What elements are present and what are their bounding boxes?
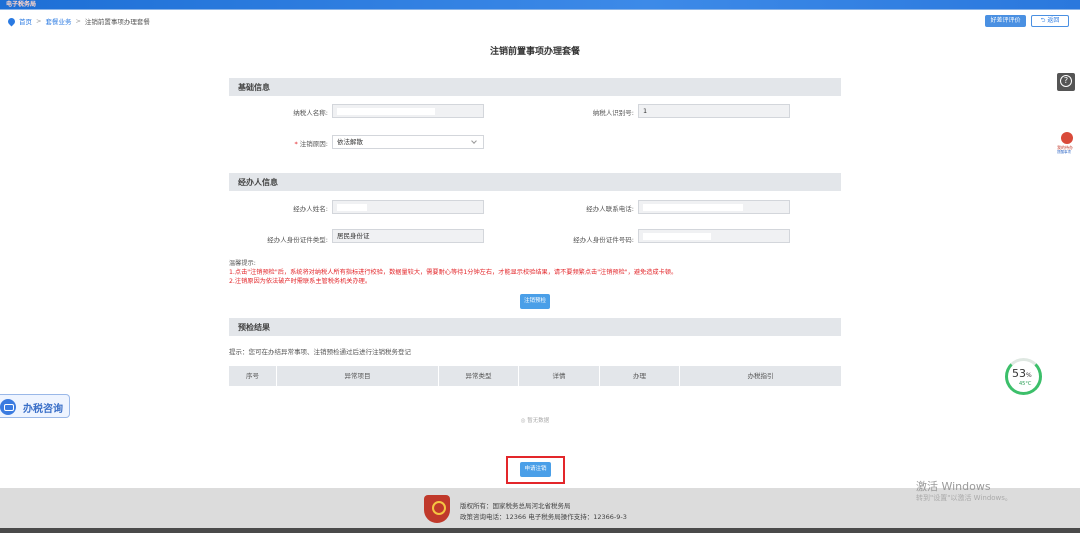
todo-badge[interactable]: 我的待办 提醒事项 — [1057, 132, 1077, 156]
cancel-reason-value: 依法解散 — [337, 138, 363, 146]
todo-icon — [1061, 132, 1073, 144]
location-pin-icon — [6, 16, 17, 26]
cancel-reason-text: 注销原因: — [299, 140, 328, 148]
section-title: 基础信息 — [238, 83, 270, 92]
column-header: 异常项目 — [277, 366, 439, 386]
masked-value — [643, 203, 743, 211]
section-basic-info: 基础信息 — [229, 78, 841, 96]
result-table-header: 序号 异常项目 异常类型 详情 办理 办税指引 — [229, 366, 841, 386]
column-header: 异常类型 — [439, 366, 519, 386]
section-agent-info: 经办人信息 — [229, 173, 841, 191]
apply-cancel-button[interactable]: 申请注销 — [520, 462, 551, 477]
breadcrumb-separator: > — [75, 17, 81, 25]
agent-id-type-label: 经办人身份证件类型: — [267, 236, 328, 244]
back-button[interactable]: ⮌ 返回 — [1031, 15, 1069, 27]
top-banner: 电子税务局 — [0, 0, 1080, 9]
chat-icon — [0, 399, 16, 415]
required-mark: * — [294, 140, 298, 148]
precheck-button[interactable]: 注销预检 — [520, 294, 550, 309]
help-icon[interactable] — [1057, 73, 1075, 91]
section-title: 经办人信息 — [238, 178, 278, 187]
section-check-result: 预检结果 — [229, 318, 841, 336]
footer-copyright: 版权所有：国家税务总局河北省税务局 — [460, 502, 571, 510]
divider — [0, 9, 1080, 10]
section-title: 预检结果 — [238, 323, 270, 332]
back-label: 返回 — [1047, 17, 1060, 24]
windows-watermark-title: 激活 Windows — [916, 480, 991, 493]
taxpayer-name-label: 纳税人名称: — [293, 109, 328, 117]
windows-watermark-sub: 转到"设置"以激活 Windows。 — [916, 494, 1012, 502]
gauge-temperature: 45°C — [1019, 381, 1032, 387]
result-hint: 提示：您可在办结异常事项、注销预检通过后进行注销税务登记 — [229, 348, 411, 356]
todo-sub-label: 提醒事项 — [1057, 150, 1071, 154]
bottom-bar — [0, 528, 1080, 533]
agent-id-type-value: 居民身份证 — [337, 232, 370, 240]
tips-line-2: 2.注销原因为依法破产时需联系主管税务机关办理。 — [229, 278, 372, 285]
column-header: 详情 — [519, 366, 600, 386]
site-logo: 电子税务局 — [6, 1, 37, 8]
masked-value — [337, 203, 367, 211]
agent-phone-label: 经办人联系电话: — [586, 205, 634, 213]
gauge-unit: % — [1026, 372, 1032, 379]
tax-emblem-icon — [424, 495, 450, 523]
tax-consult-button[interactable]: 办税咨询 — [0, 394, 70, 418]
footer-contact: 政策咨询电话：12366 电子税务局操作支持：12366-9-3 — [460, 513, 627, 521]
breadcrumb-current: 注销前置事项办理套餐 — [84, 18, 150, 26]
masked-value — [643, 232, 711, 240]
evaluation-button[interactable]: 好差评评价 — [985, 15, 1026, 27]
empty-state: ◎ 暂无数据 — [520, 418, 550, 424]
agent-id-number-label: 经办人身份证件号码: — [573, 236, 634, 244]
breadcrumb-home[interactable]: 首页 — [19, 16, 32, 26]
agent-phone-field[interactable] — [638, 200, 790, 214]
column-header: 办理 — [600, 366, 680, 386]
tax-consult-label: 办税咨询 — [23, 404, 63, 415]
taxpayer-name-field — [332, 104, 484, 118]
agent-name-label: 经办人姓名: — [293, 205, 328, 213]
taxpayer-id-prefix: 1 — [643, 107, 648, 115]
column-header: 办税指引 — [747, 372, 774, 380]
chevron-down-icon — [471, 138, 477, 144]
cancel-reason-label: * 注销原因: — [250, 138, 328, 148]
agent-id-number-field[interactable] — [638, 229, 790, 243]
agent-id-type-field: 居民身份证 — [332, 229, 484, 243]
masked-value — [337, 107, 435, 115]
tips-heading: 温馨提示: — [229, 260, 256, 267]
taxpayer-id-field: 1 — [638, 104, 790, 118]
column-header: 序号 — [229, 366, 277, 386]
breadcrumb-category[interactable]: 套餐业务 — [45, 16, 71, 26]
taxpayer-id-label: 纳税人识别号: — [592, 109, 634, 117]
gauge-number: 53 — [1012, 367, 1026, 380]
tips-line-1: 1.点击"注销预检"后，系统将对纳税人所有指标进行校验，数据量较大，需要耐心等待… — [229, 269, 678, 276]
page-title: 注销前置事项办理套餐 — [489, 47, 580, 57]
tips-block: 温馨提示: 1.点击"注销预检"后，系统将对纳税人所有指标进行校验，数据量较大，… — [229, 259, 869, 286]
gauge-value: 53% — [1012, 367, 1032, 380]
performance-gauge[interactable]: 53% 45°C — [1005, 358, 1042, 395]
agent-name-field[interactable] — [332, 200, 484, 214]
breadcrumb-separator: > — [36, 17, 42, 25]
breadcrumb: 首页 > 套餐业务 > 注销前置事项办理套餐 — [6, 16, 150, 26]
cancel-reason-select[interactable]: 依法解散 — [332, 135, 484, 149]
